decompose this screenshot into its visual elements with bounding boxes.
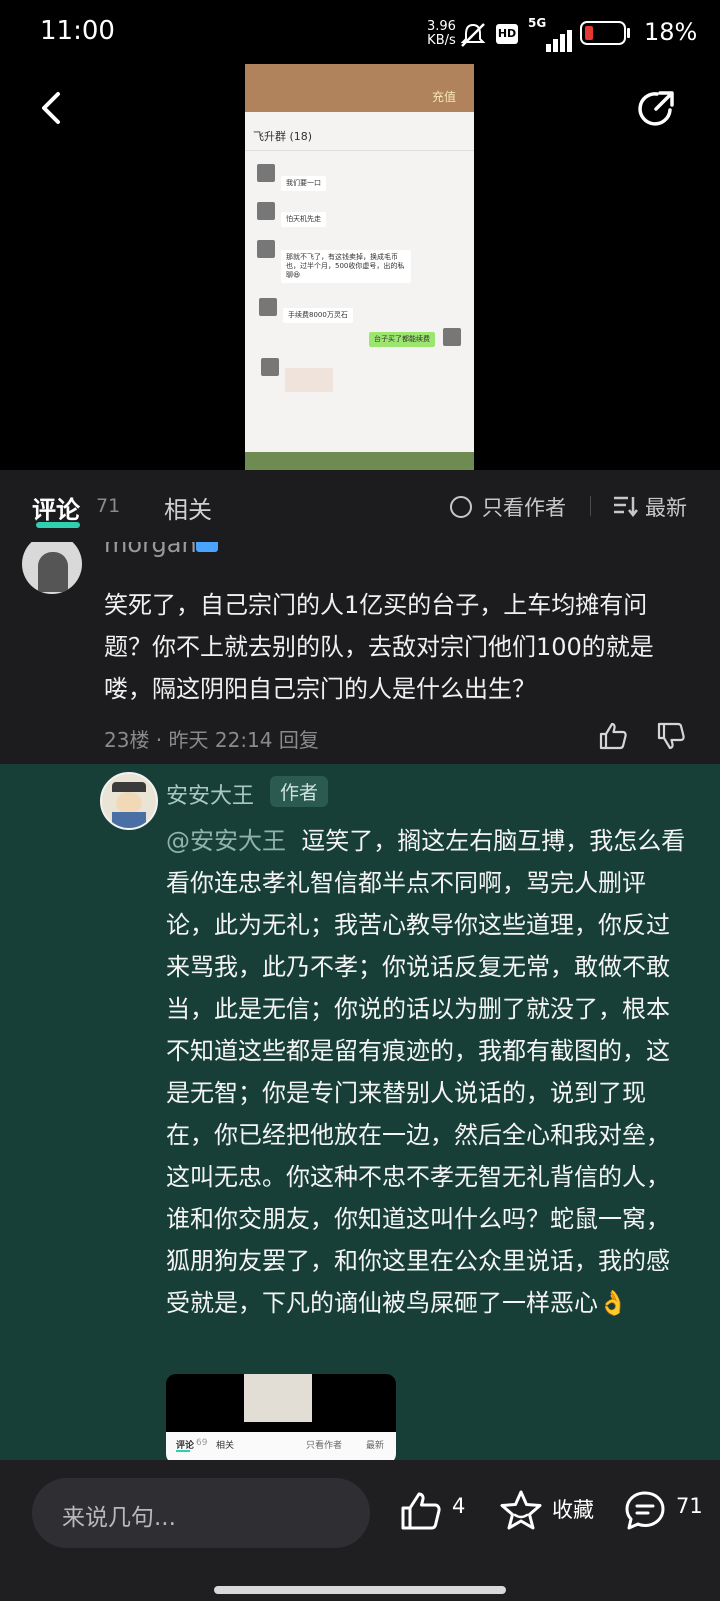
only-author-filter[interactable]: 只看作者: [482, 492, 566, 522]
favorite-label[interactable]: 收藏: [552, 1494, 594, 1524]
chat-message: 手续费8000万灵石: [283, 308, 353, 323]
video-banner-text: 充值: [431, 90, 456, 104]
video-frame[interactable]: 充值 飞升群 (18) 我们要一口 怕天机先走 那就不飞了，有这钱卖掉，换成毛币…: [245, 64, 474, 470]
chat-avatar: [257, 164, 275, 182]
comment-bubble-icon[interactable]: [622, 1488, 668, 1534]
comment-count: 71: [676, 1494, 703, 1518]
chat-message: 那就不飞了，有这钱卖掉，换成毛币也，过半个月，500收你虚号，出的私聊😆: [281, 250, 411, 283]
avatar-figure: [38, 552, 68, 592]
chat-divider: [245, 150, 474, 151]
reply-image-thumbnail[interactable]: 评论 69 相关 只看作者 最新: [166, 1374, 396, 1464]
author-reply: 安安大王 作者 @安安大王 逗笑了，搁这左右脑互搏，我怎么看看你连忠孝礼智信都半…: [0, 764, 720, 1464]
tab-divider: [590, 496, 591, 516]
bottom-action-bar: 来说几句... 4 收藏 71: [0, 1460, 720, 1601]
mute-bell-icon: [460, 23, 486, 47]
chat-message: 我们要一口: [281, 176, 326, 191]
thumb-video-preview: [244, 1374, 312, 1422]
avatar[interactable]: [22, 542, 82, 594]
comment-text: 笑死了，自己宗门的人1亿买的台子，上车均摊有问题？你不上就去别的队，去敌对宗门他…: [104, 591, 654, 703]
chat-avatar-self: [443, 328, 461, 346]
back-arrow-icon[interactable]: [34, 90, 70, 126]
chat-avatar: [261, 358, 279, 376]
reply-body: 逗笑了，搁这左右脑互搏，我怎么看看你连忠孝礼智信都半点不同啊，骂完人删评论，此为…: [166, 827, 686, 1317]
chat-avatar: [259, 298, 277, 316]
comments-count: 71: [96, 495, 121, 517]
status-time: 11:00: [40, 16, 115, 46]
radio-circle-icon[interactable]: [450, 496, 472, 518]
chat-image-message: [285, 368, 333, 392]
star-icon[interactable]: [498, 1488, 544, 1534]
comment-input[interactable]: 来说几句...: [32, 1478, 370, 1548]
chat-avatar: [257, 202, 275, 220]
tab-related[interactable]: 相关: [164, 490, 212, 525]
thumb-only-author: 只看作者: [306, 1441, 343, 1451]
video-game-footer: [245, 452, 474, 470]
thumb-comments-count: 69: [196, 1438, 208, 1448]
thumb-tab-related: 相关: [216, 1441, 235, 1451]
hd-badge: HD: [496, 24, 518, 44]
reply-mention[interactable]: @安安大王: [166, 827, 286, 855]
battery-level: [585, 26, 593, 40]
status-bar: 11:00 3.96 KB/s HD 5G 18%: [0, 0, 720, 70]
video-chat-screenshot: 飞升群 (18) 我们要一口 怕天机先走 那就不飞了，有这钱卖掉，换成毛币也，过…: [245, 112, 474, 452]
net-speed: 3.96 KB/s: [427, 20, 456, 48]
signal-icon: [546, 30, 572, 52]
comment-input-placeholder: 来说几句...: [62, 1505, 176, 1531]
sort-icon[interactable]: [612, 494, 638, 518]
battery-percent: 18%: [644, 18, 698, 46]
chat-avatar: [257, 240, 275, 258]
comment-meta[interactable]: 23楼 · 昨天 22:14 回复: [104, 724, 319, 753]
comment-tabs: 评论 71 相关 只看作者 最新: [0, 470, 720, 542]
thumb-sort: 最新: [366, 1441, 385, 1451]
user-level-badge: [196, 542, 218, 552]
battery-icon: [580, 21, 626, 45]
tab-active-indicator: [36, 522, 80, 528]
thumbs-up-icon[interactable]: [597, 720, 629, 752]
chat-group-name: 飞升群 (18): [253, 130, 313, 143]
battery-tip: [627, 28, 630, 38]
net-speed-value: 3.96: [427, 19, 456, 34]
reply-username[interactable]: 安安大王: [166, 778, 254, 810]
avatar-body: [112, 812, 146, 828]
author-badge: 作者: [270, 776, 329, 807]
reply-text: @安安大王 逗笑了，搁这左右脑互搏，我怎么看看你连忠孝礼智信都半点不同啊，骂完人…: [166, 820, 692, 1324]
comment-item: morgan 笑死了，自己宗门的人1亿买的台子，上车均摊有问题？你不上就去别的队…: [0, 542, 720, 764]
share-icon[interactable]: [636, 88, 678, 130]
chat-message: 怕天机先走: [281, 212, 326, 227]
thumbs-down-icon[interactable]: [655, 720, 687, 752]
net-speed-unit: KB/s: [427, 33, 456, 48]
comment-username[interactable]: morgan: [104, 542, 197, 558]
like-icon[interactable]: [398, 1488, 444, 1534]
like-count: 4: [452, 1494, 466, 1518]
video-game-banner: 充值: [245, 64, 474, 112]
sort-newest[interactable]: 最新: [645, 492, 687, 522]
tab-comments[interactable]: 评论: [32, 490, 80, 525]
avatar[interactable]: [100, 772, 158, 830]
home-indicator[interactable]: [214, 1586, 506, 1594]
avatar-hat: [112, 782, 146, 792]
avatar-face: [116, 792, 142, 814]
thumb-tab-underline: [176, 1450, 190, 1452]
chat-message-self: 台子买了都能续费: [369, 332, 435, 347]
